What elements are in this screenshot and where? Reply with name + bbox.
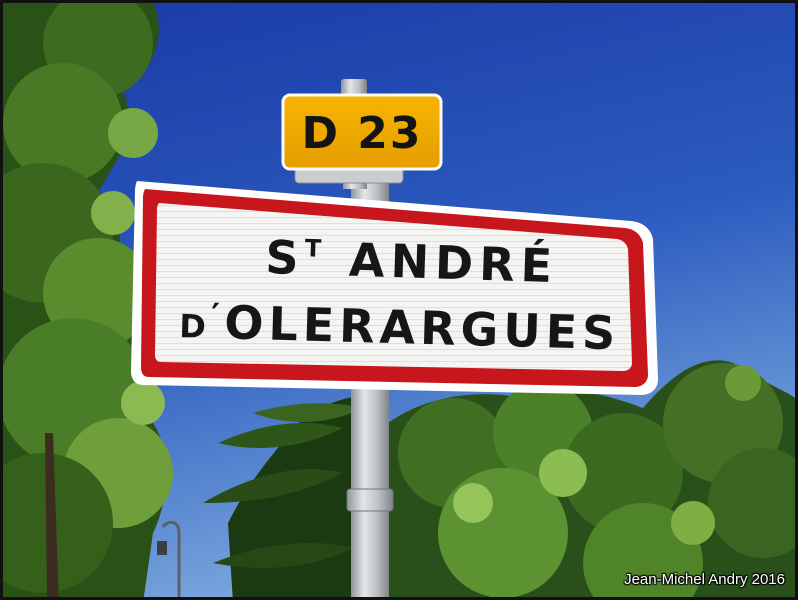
photo-scene: D 23 ST ANDRÉ D′OLERARGUES — [3, 3, 795, 597]
pole-clamp-lower — [346, 488, 394, 512]
town-sign-line-2-main: OLERARGUES — [224, 295, 621, 360]
road-plate: D 23 — [281, 93, 443, 171]
town-sign-line-2-apostrophe: ′ — [211, 296, 225, 334]
photo-credit: Jean-Michel Andry 2016 — [624, 571, 785, 588]
road-plate-text: D 23 — [301, 108, 422, 159]
photo-frame: D 23 ST ANDRÉ D′OLERARGUES Jean-Michel A… — [0, 0, 798, 600]
town-sign-line-2-prefix: D — [179, 307, 212, 346]
town-sign-line-1-main: ANDRÉ — [326, 232, 559, 293]
town-sign-line-1-superscript: T — [304, 234, 327, 263]
town-sign-line-1-prefix: S — [265, 230, 306, 285]
